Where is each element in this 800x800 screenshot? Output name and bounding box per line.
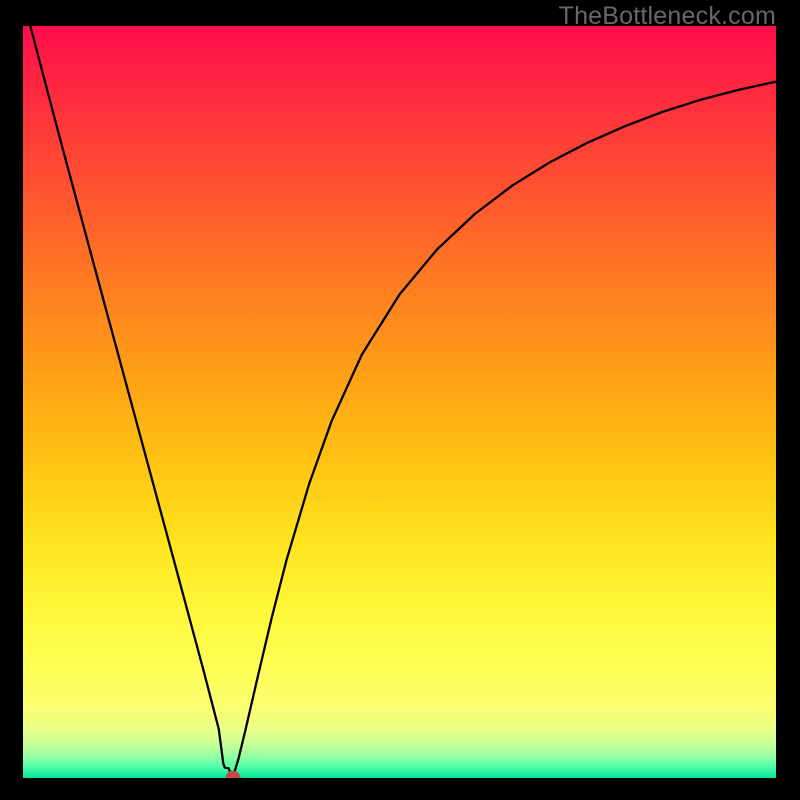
chart-container: TheBottleneck.com	[0, 0, 800, 800]
plot-area	[23, 26, 776, 778]
watermark-text: TheBottleneck.com	[559, 2, 776, 31]
bottleneck-curve	[23, 26, 776, 778]
